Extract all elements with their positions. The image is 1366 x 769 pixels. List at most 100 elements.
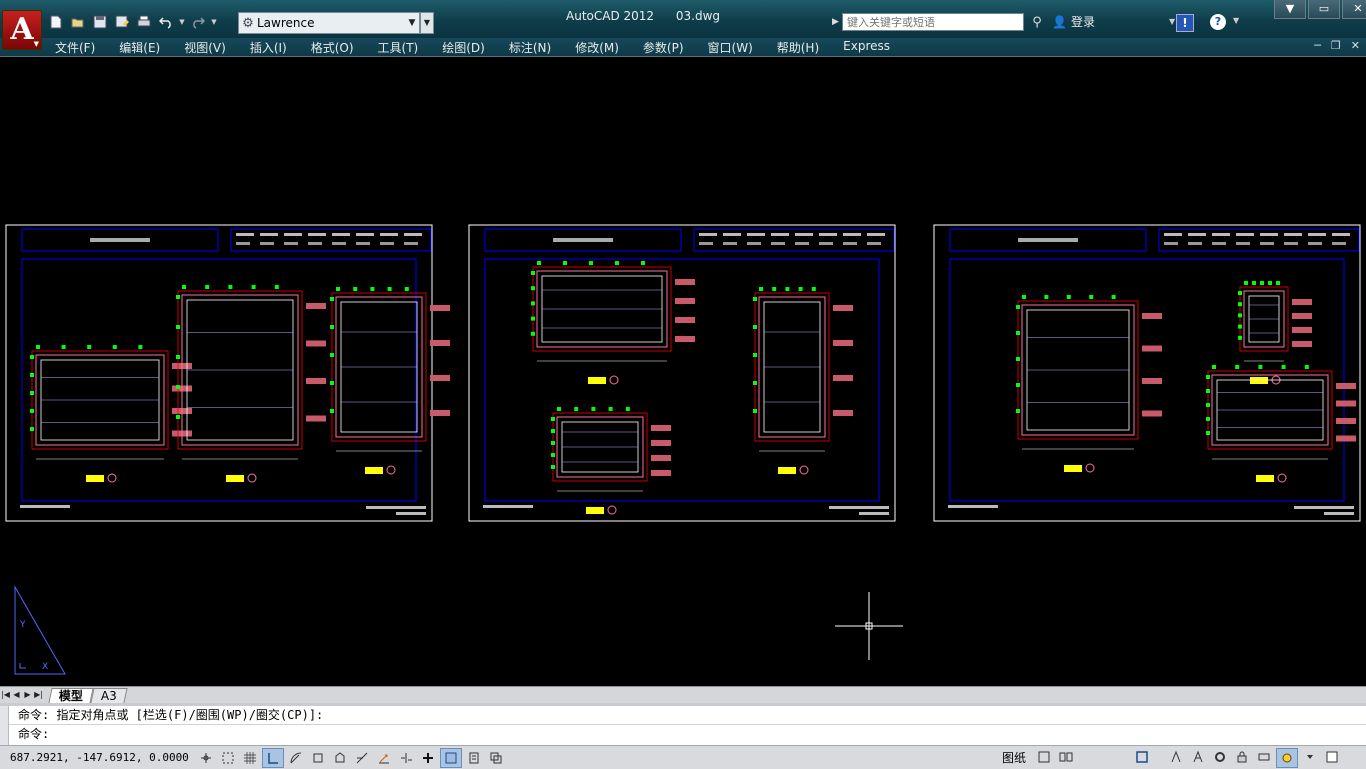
first-layout-button[interactable]: |◀ xyxy=(0,689,11,701)
quick-properties-button[interactable] xyxy=(464,749,484,767)
coordinate-display[interactable]: 687.2921, -147.6912, 0.0000 xyxy=(10,751,196,764)
polar-tracking-button[interactable] xyxy=(286,749,306,767)
undo-icon xyxy=(159,17,171,29)
menu-draw[interactable]: 绘图(D) xyxy=(442,39,485,56)
ortho-mode-button[interactable] xyxy=(262,747,284,768)
menu-tools[interactable]: 工具(T) xyxy=(378,39,419,56)
snap-mode-button[interactable] xyxy=(218,749,238,767)
command-input[interactable]: 命令: xyxy=(0,725,1366,743)
close-button[interactable]: ✕ xyxy=(1342,0,1366,19)
selection-cycling-button[interactable] xyxy=(486,749,506,767)
ortho-icon xyxy=(268,752,278,764)
grid-display-button[interactable] xyxy=(240,749,260,767)
command-window: 命令: 指定对角点或 [栏选(F)/圈围(WP)/圈交(CP)]: 命令: xyxy=(0,703,1366,748)
drawing-close-button[interactable]: ✕ xyxy=(1351,39,1360,52)
quick-view-layouts-button[interactable] xyxy=(1034,748,1054,766)
help-icon[interactable]: ? xyxy=(1210,14,1226,30)
drawing-sheet xyxy=(5,224,450,522)
workspace-selector[interactable]: ⚙ Lawrence ▼ xyxy=(238,12,420,34)
expand-search-icon[interactable]: ▶ xyxy=(832,17,842,27)
drawing-restore-button[interactable]: ❐ xyxy=(1331,39,1341,52)
new-file-button[interactable] xyxy=(46,12,66,32)
customize-qat-button[interactable]: ▼ xyxy=(420,12,434,34)
lineweight-button[interactable] xyxy=(418,749,438,767)
menu-file[interactable]: 文件(F) xyxy=(55,39,95,56)
command-window-grip[interactable] xyxy=(0,706,9,748)
maximize-viewport-button[interactable] xyxy=(1132,748,1152,766)
login-label: 登录 xyxy=(1070,15,1095,29)
undo-dropdown[interactable]: ▼ xyxy=(178,12,186,32)
menu-edit[interactable]: 编辑(E) xyxy=(119,39,160,56)
prev-layout-button[interactable]: ◀ xyxy=(11,689,22,701)
redo-button[interactable] xyxy=(188,12,208,32)
save-as-button[interactable] xyxy=(112,12,132,32)
workspace-switching-button[interactable] xyxy=(1210,748,1230,766)
object-snap-tracking-button[interactable] xyxy=(352,749,372,767)
redo-dropdown[interactable]: ▼ xyxy=(210,12,218,32)
clean-screen-button[interactable] xyxy=(1322,748,1342,766)
transparency-button[interactable] xyxy=(440,747,462,768)
infer-constraints-button[interactable] xyxy=(196,749,216,767)
layout-tab-bar: |◀ ◀ ▶ ▶| 模型 A3 xyxy=(0,686,1366,703)
snap-icon xyxy=(222,752,234,763)
crosshair-cursor xyxy=(835,592,903,660)
model-paper-toggle[interactable]: 图纸 xyxy=(1002,749,1026,766)
quick-view-drawings-button[interactable] xyxy=(1056,748,1076,766)
osnap-icon xyxy=(313,753,323,762)
plot-button[interactable] xyxy=(134,12,154,32)
search-input[interactable] xyxy=(842,13,1024,31)
menu-insert[interactable]: 插入(I) xyxy=(250,39,287,56)
dyn-icon xyxy=(401,752,412,763)
restore-button[interactable]: ▭ xyxy=(1308,0,1340,19)
lock-toolbar-button[interactable] xyxy=(1232,748,1252,766)
chevron-down-icon: ▼ xyxy=(1168,17,1176,26)
menu-window[interactable]: 窗口(W) xyxy=(708,39,753,56)
exchange-icon[interactable]: ! xyxy=(1176,14,1194,32)
undo-button[interactable] xyxy=(156,12,176,32)
drawing-minimize-button[interactable]: ─ xyxy=(1314,39,1321,52)
minimize-button[interactable]: ▼ xyxy=(1274,0,1306,19)
menu-modify[interactable]: 修改(M) xyxy=(575,39,619,56)
last-layout-button[interactable]: ▶| xyxy=(33,689,44,701)
new-file-icon xyxy=(50,15,62,29)
dynamic-ucs-button[interactable] xyxy=(374,749,394,767)
title-bar: A ▼ ▼ ▼ ⚙ Lawrence ▼ ▼ AutoCAD 2012 03.d… xyxy=(0,0,1366,50)
binoculars-icon[interactable]: ⚲ xyxy=(1024,15,1050,30)
transparency-icon xyxy=(445,752,457,763)
status-bar: 687.2921, -147.6912, 0.0000 图纸 xyxy=(0,745,1366,769)
isolate-objects-button[interactable] xyxy=(1276,747,1299,768)
login-control[interactable]: 👤 登录 ▼ xyxy=(1052,13,1175,30)
hardware-acceleration-icon xyxy=(1258,753,1270,760)
menu-view[interactable]: 视图(V) xyxy=(184,39,226,56)
drawing-canvas[interactable]: Y X xyxy=(0,56,1366,687)
application-menu-button[interactable]: A ▼ xyxy=(2,10,42,50)
drawing-window-controls: ─ ❐ ✕ xyxy=(1314,39,1360,52)
next-layout-button[interactable]: ▶ xyxy=(22,689,33,701)
annotation-visibility-button[interactable] xyxy=(1188,748,1208,766)
model-space: Y X xyxy=(5,224,1361,675)
annotation-scale-icon xyxy=(1171,750,1181,762)
status-bar-menu-button[interactable] xyxy=(1300,748,1320,766)
tab-layout-label: A3 xyxy=(100,688,117,703)
dynamic-input-button[interactable] xyxy=(396,749,416,767)
3d-object-snap-button[interactable] xyxy=(330,749,350,767)
hardware-acceleration-button[interactable] xyxy=(1254,748,1274,766)
menu-dimension[interactable]: 标注(N) xyxy=(509,39,551,56)
save-as-icon xyxy=(115,15,129,28)
menu-help[interactable]: 帮助(H) xyxy=(777,39,819,56)
menu-express[interactable]: Express xyxy=(843,39,890,56)
open-file-button[interactable] xyxy=(68,12,88,32)
save-button[interactable] xyxy=(90,12,110,32)
tab-layout-a3[interactable]: A3 xyxy=(90,687,128,703)
help-dropdown[interactable]: ▼ xyxy=(1233,16,1239,25)
otrack-icon xyxy=(356,752,368,763)
annotation-scale-button[interactable] xyxy=(1166,748,1186,766)
save-icon xyxy=(93,15,107,29)
tab-model[interactable]: 模型 xyxy=(48,687,94,703)
quick-properties-icon xyxy=(469,752,479,763)
menu-parametric[interactable]: 参数(P) xyxy=(643,39,684,56)
ducs-icon xyxy=(379,754,389,763)
menu-format[interactable]: 格式(O) xyxy=(311,39,354,56)
object-snap-button[interactable] xyxy=(308,749,328,767)
